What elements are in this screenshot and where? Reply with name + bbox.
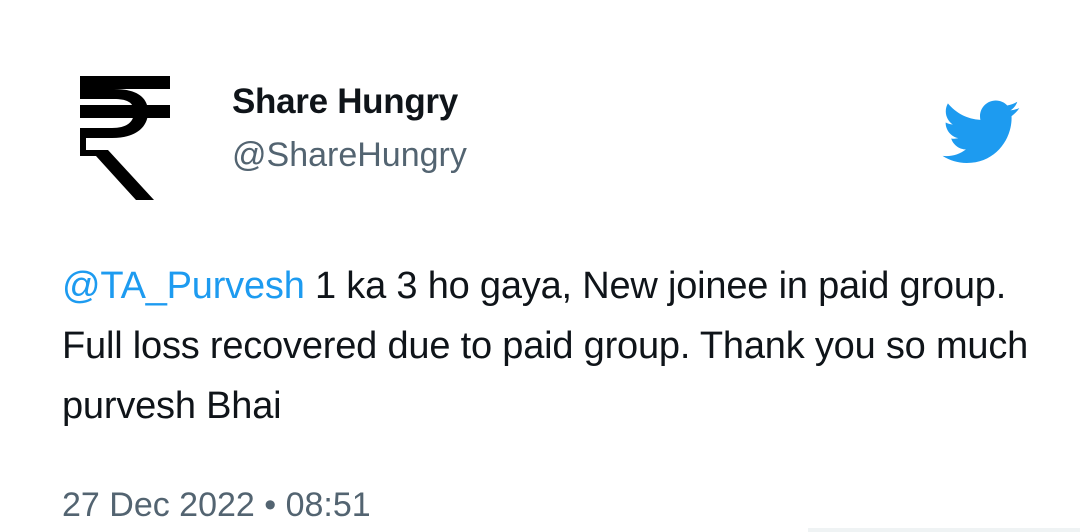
mention-link[interactable]: @TA_Purvesh bbox=[62, 265, 305, 307]
tweet-time: 08:51 bbox=[285, 486, 371, 524]
twitter-bird-icon[interactable] bbox=[938, 98, 1022, 164]
rupee-symbol-icon[interactable] bbox=[66, 72, 184, 204]
tweet-text: @TA_Purvesh 1 ka 3 ho gaya, New joinee i… bbox=[62, 256, 1042, 436]
bottom-divider bbox=[808, 528, 1080, 532]
author-handle[interactable]: @ShareHungry bbox=[232, 136, 467, 175]
tweet-timestamp[interactable]: 27 Dec 2022 • 08:51 bbox=[62, 486, 371, 525]
meta-separator: • bbox=[254, 486, 286, 524]
author-name[interactable]: Share Hungry bbox=[232, 82, 458, 122]
tweet-card: Share Hungry @ShareHungry @TA_Purvesh 1 … bbox=[0, 0, 1080, 532]
tweet-date: 27 Dec 2022 bbox=[62, 486, 255, 524]
